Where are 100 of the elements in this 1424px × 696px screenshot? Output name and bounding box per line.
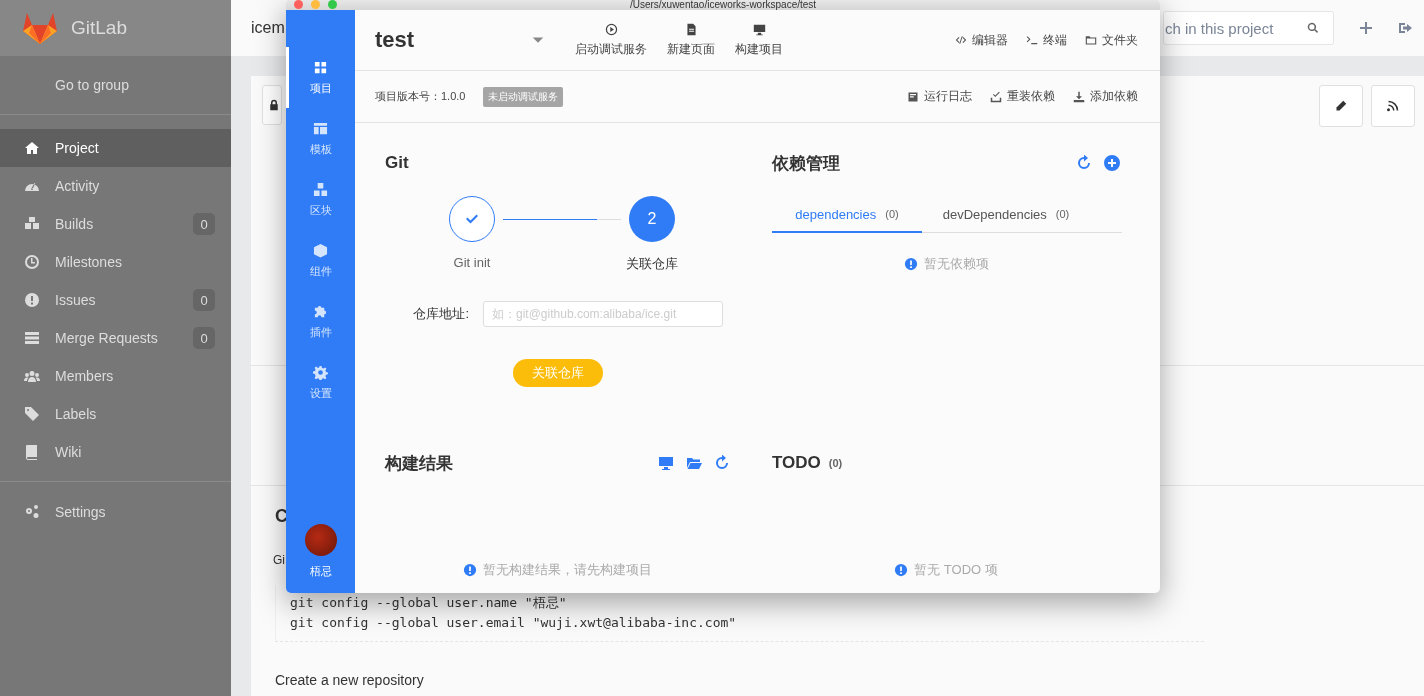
toolbar-button[interactable]: 启动调试服务 [575,22,647,58]
grid-icon [313,59,328,75]
status-badge: 未启动调试服务 [483,86,564,107]
sidebar-item[interactable]: Activity [0,167,231,205]
window-title: /Users/xuwentao/iceworks-workspace/test [629,0,817,10]
plus-icon [1358,20,1374,36]
sidebar-item[interactable]: Builds 0 [0,205,231,243]
lock-icon [268,99,280,111]
monitor-icon [752,22,766,36]
sidebar-item[interactable]: Wiki [0,433,231,471]
action-button[interactable]: 运行日志 [907,88,972,105]
tool-button[interactable]: 终端 [1026,31,1067,49]
field-label: 仓库地址: [412,305,469,323]
sidebar-item[interactable]: Members [0,357,231,395]
action-button[interactable]: 添加依赖 [1073,88,1138,105]
tab[interactable]: dependencies (0) [772,197,922,233]
gears-icon [24,504,40,520]
action-button[interactable]: 重装依赖 [990,88,1055,105]
sidebar-item[interactable]: Milestones [0,243,231,281]
folder-icon [1085,34,1097,46]
panel-title: TODO [772,453,821,473]
sidebar-item[interactable]: Settings [0,493,231,531]
toolbar-button[interactable]: 构建项目 [735,22,783,58]
count-badge: 0 [193,327,215,349]
refresh-icon [1076,155,1092,171]
alert-icon [24,292,40,308]
count-badge: 0 [193,213,215,235]
home-icon [24,140,40,156]
search-icon [1307,22,1319,34]
tool-button[interactable]: 编辑器 [955,31,1008,49]
nav-item[interactable]: 区块 [286,169,352,230]
section-heading: Create a new repository [275,672,425,688]
empty-message: 暂无依赖项 [923,255,989,273]
sign-out-button[interactable] [1398,20,1414,36]
sidebar-item[interactable]: Issues 0 [0,281,231,319]
empty-message: 暂无构建结果，请先构建项目 [483,561,652,579]
clock-icon [24,254,40,270]
project-title: icem [251,19,285,37]
edit-button[interactable] [1319,85,1363,127]
server-icon [24,330,40,346]
nav-item[interactable]: 设置 [286,352,352,413]
fox-logo[interactable] [22,11,58,45]
refresh-icon [714,455,730,471]
sidebar-item[interactable]: Labels [0,395,231,433]
alert-icon [894,563,909,577]
code-icon [955,34,967,46]
count-badge: 0 [193,289,215,311]
puzzle-icon [313,303,328,319]
play-icon [604,22,618,36]
todo-count: (0) [828,457,843,469]
empty-message: 暂无 TODO 项 [914,561,998,579]
panel-title: 构建结果 [385,452,453,475]
sign-out-icon [1398,20,1414,36]
panel-title: Git [385,153,409,173]
terminal-icon [1026,34,1038,46]
blocks-icon [313,181,328,197]
back-link[interactable]: Go to group [55,77,129,93]
preview-button[interactable] [658,455,674,471]
nav-item[interactable]: 项目 [286,47,352,108]
user-name: 梧忌 [309,564,332,579]
panel-title: 依赖管理 [772,152,840,175]
lock-button[interactable] [262,85,282,125]
refresh-button[interactable] [1076,155,1092,171]
nav-item[interactable]: 模板 [286,108,352,169]
book-icon [24,444,40,460]
open-folder-icon [686,455,702,471]
cube-icon [313,242,328,258]
step-circle: 2 [629,196,675,242]
file-icon [684,22,698,36]
intro-text: Gi [273,553,286,567]
refresh-button[interactable] [714,455,730,471]
brand-name: GitLab [71,17,127,39]
sidebar-item[interactable]: Merge Requests 0 [0,319,231,357]
step-label: 关联仓库 [626,255,678,273]
tool-button[interactable]: 文件夹 [1085,31,1138,49]
pencil-icon [1335,100,1347,112]
alert-icon [463,563,477,577]
log-icon [907,90,919,103]
download-icon [1073,90,1085,103]
nav-item[interactable]: 组件 [286,230,352,291]
new-button[interactable] [1358,20,1374,36]
tab[interactable]: devDependencies (0) [922,197,1090,233]
rss-button[interactable] [1371,85,1415,127]
settings-icon [313,364,328,380]
rss-icon [1387,100,1399,112]
project-name: test [375,27,416,53]
open-folder-button[interactable] [686,455,702,471]
version-text: 项目版本号：1.0.0 [375,89,466,104]
layout-icon [313,120,328,136]
monitor-icon [658,455,674,471]
nav-item[interactable]: 插件 [286,291,352,352]
step-label: Git init [453,255,491,270]
sidebar-item[interactable]: Project [0,129,231,167]
search-field[interactable]: ch in this project [1163,11,1334,45]
avatar[interactable] [304,524,337,556]
add-button[interactable] [1104,155,1120,171]
close-button[interactable] [294,0,303,9]
toolbar-button[interactable]: 新建页面 [667,22,715,58]
alert-icon [903,257,918,271]
cubes-icon [24,216,40,232]
